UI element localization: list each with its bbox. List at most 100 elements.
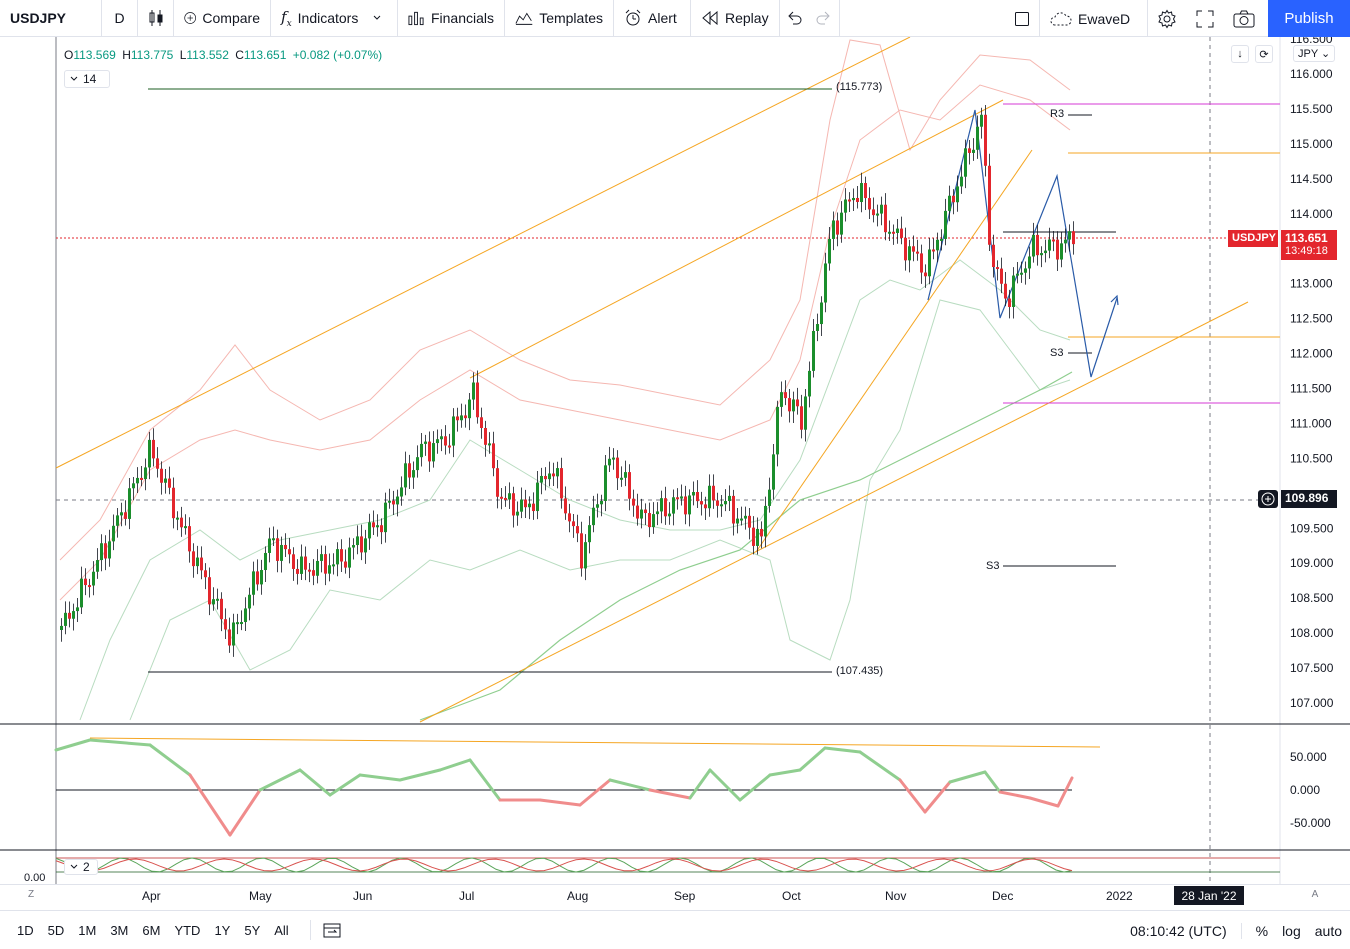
- publish-button[interactable]: Publish: [1268, 0, 1350, 37]
- reset-scale-button[interactable]: ⟳: [1255, 45, 1273, 63]
- candle: [800, 406, 803, 430]
- replay-button[interactable]: Replay: [691, 0, 780, 37]
- candle: [440, 436, 443, 440]
- candle: [888, 231, 891, 234]
- candle: [96, 560, 99, 572]
- candle: [504, 497, 507, 500]
- candle: [508, 493, 511, 500]
- undo-button[interactable]: [780, 0, 810, 37]
- snapshot-button[interactable]: [1224, 0, 1264, 37]
- candle: [1044, 250, 1047, 254]
- redo-button[interactable]: [810, 0, 840, 37]
- candle: [864, 183, 867, 199]
- candle: [556, 468, 559, 477]
- candle: [596, 504, 599, 508]
- financials-button[interactable]: Financials: [398, 0, 505, 37]
- candle: [1032, 234, 1035, 257]
- range-1d-button[interactable]: 1D: [10, 923, 41, 938]
- high-label: H: [122, 48, 131, 62]
- candle: [984, 114, 987, 166]
- range-3m-button[interactable]: 3M: [103, 923, 135, 938]
- range-1m-button[interactable]: 1M: [71, 923, 103, 938]
- fullscreen-layout-button[interactable]: [1004, 0, 1040, 37]
- range-all-button[interactable]: All: [267, 923, 295, 938]
- chart-type-button[interactable]: [138, 0, 174, 37]
- candle: [1060, 243, 1063, 260]
- indicators-button[interactable]: fx Indicators: [271, 0, 398, 37]
- price-tick-label: 116.000: [1290, 67, 1333, 81]
- price-scale-currency[interactable]: JPY ⌄: [1293, 45, 1336, 62]
- candle: [184, 526, 187, 529]
- time-axis[interactable]: Z Apr May Jun Jul Aug Sep Oct Nov Dec 2022 28 Jan…: [0, 884, 1350, 906]
- interval-button[interactable]: D: [102, 0, 138, 37]
- candle: [748, 515, 751, 528]
- crosshair-plus-button[interactable]: [1258, 490, 1278, 508]
- candle: [84, 578, 87, 586]
- candle: [1036, 234, 1039, 256]
- go-to-start-button[interactable]: Z: [24, 889, 38, 903]
- candle: [396, 496, 399, 505]
- low-level-label: (107.435): [836, 665, 883, 677]
- templates-button[interactable]: Templates: [505, 0, 614, 37]
- candle: [836, 220, 839, 235]
- auto-toggle[interactable]: auto: [1315, 923, 1342, 939]
- chart-canvas[interactable]: 116.500116.000115.500115.000114.500114.0…: [0, 37, 1350, 885]
- range-6m-button[interactable]: 6M: [135, 923, 167, 938]
- price-tick-label: 107.000: [1290, 696, 1334, 710]
- month-label: Jul: [459, 889, 475, 903]
- high-level-label: (115.773): [836, 81, 882, 93]
- pane-indicators-toggle[interactable]: 2: [64, 859, 98, 875]
- candle: [420, 443, 423, 458]
- indicators-toggle[interactable]: 14: [64, 70, 110, 88]
- candle: [568, 513, 571, 522]
- layout-name-label: EwaveD: [1078, 10, 1131, 27]
- candle: [216, 598, 219, 601]
- range-ytd-button[interactable]: YTD: [167, 923, 207, 938]
- date-range-button[interactable]: [309, 920, 341, 940]
- settings-button[interactable]: [1148, 0, 1186, 37]
- candle: [148, 439, 151, 468]
- layout-name-button[interactable]: EwaveD: [1040, 0, 1148, 37]
- candle: [980, 114, 983, 127]
- chart-area[interactable]: 116.500 116.000 115.500 115.000 114.500 114.0…: [0, 37, 1350, 885]
- candle: [592, 507, 595, 526]
- log-toggle[interactable]: log: [1282, 923, 1301, 939]
- range-5d-button[interactable]: 5D: [41, 923, 72, 938]
- candle: [260, 570, 263, 585]
- candle: [80, 578, 83, 608]
- scroll-down-button[interactable]: ↓: [1231, 45, 1249, 63]
- candle: [384, 502, 387, 533]
- candle: [176, 517, 179, 520]
- candle: [456, 416, 459, 421]
- candle: [664, 498, 667, 517]
- candle: [880, 204, 883, 214]
- osc-tick-label: 0.000: [1290, 783, 1320, 797]
- range-5y-button[interactable]: 5Y: [237, 923, 267, 938]
- candle: [716, 500, 719, 506]
- candle: [304, 556, 307, 570]
- alert-button[interactable]: Alert: [614, 0, 691, 37]
- candle: [760, 528, 763, 537]
- publish-label: Publish: [1284, 10, 1334, 27]
- month-label: Nov: [885, 889, 907, 903]
- candle: [348, 547, 351, 568]
- candle: [300, 556, 303, 574]
- candle: [492, 443, 495, 469]
- clock-label[interactable]: 08:10:42 (UTC): [1130, 923, 1226, 939]
- open-label: O: [64, 48, 74, 62]
- ohlc-legend: O113.569 H113.775 L113.552 C113.651 +0.0…: [64, 48, 382, 62]
- candle: [500, 496, 503, 499]
- candle: [992, 244, 995, 268]
- compare-button[interactable]: Compare: [174, 0, 271, 37]
- s3-lower-label: S3: [986, 560, 999, 572]
- percent-toggle[interactable]: %: [1240, 922, 1268, 939]
- price-tick-label: 113.000: [1290, 277, 1333, 291]
- price-tick-label: 111.500: [1290, 382, 1332, 396]
- candle: [560, 468, 563, 499]
- range-1y-button[interactable]: 1Y: [207, 923, 237, 938]
- fullscreen-button[interactable]: [1186, 0, 1224, 37]
- crosshair-price-text: 109.896: [1285, 491, 1329, 505]
- symbol-search-button[interactable]: USDJPY: [0, 0, 102, 37]
- crosshair-date-tag: 28 Jan '22: [1174, 886, 1244, 905]
- auto-scale-button[interactable]: A: [1308, 889, 1322, 903]
